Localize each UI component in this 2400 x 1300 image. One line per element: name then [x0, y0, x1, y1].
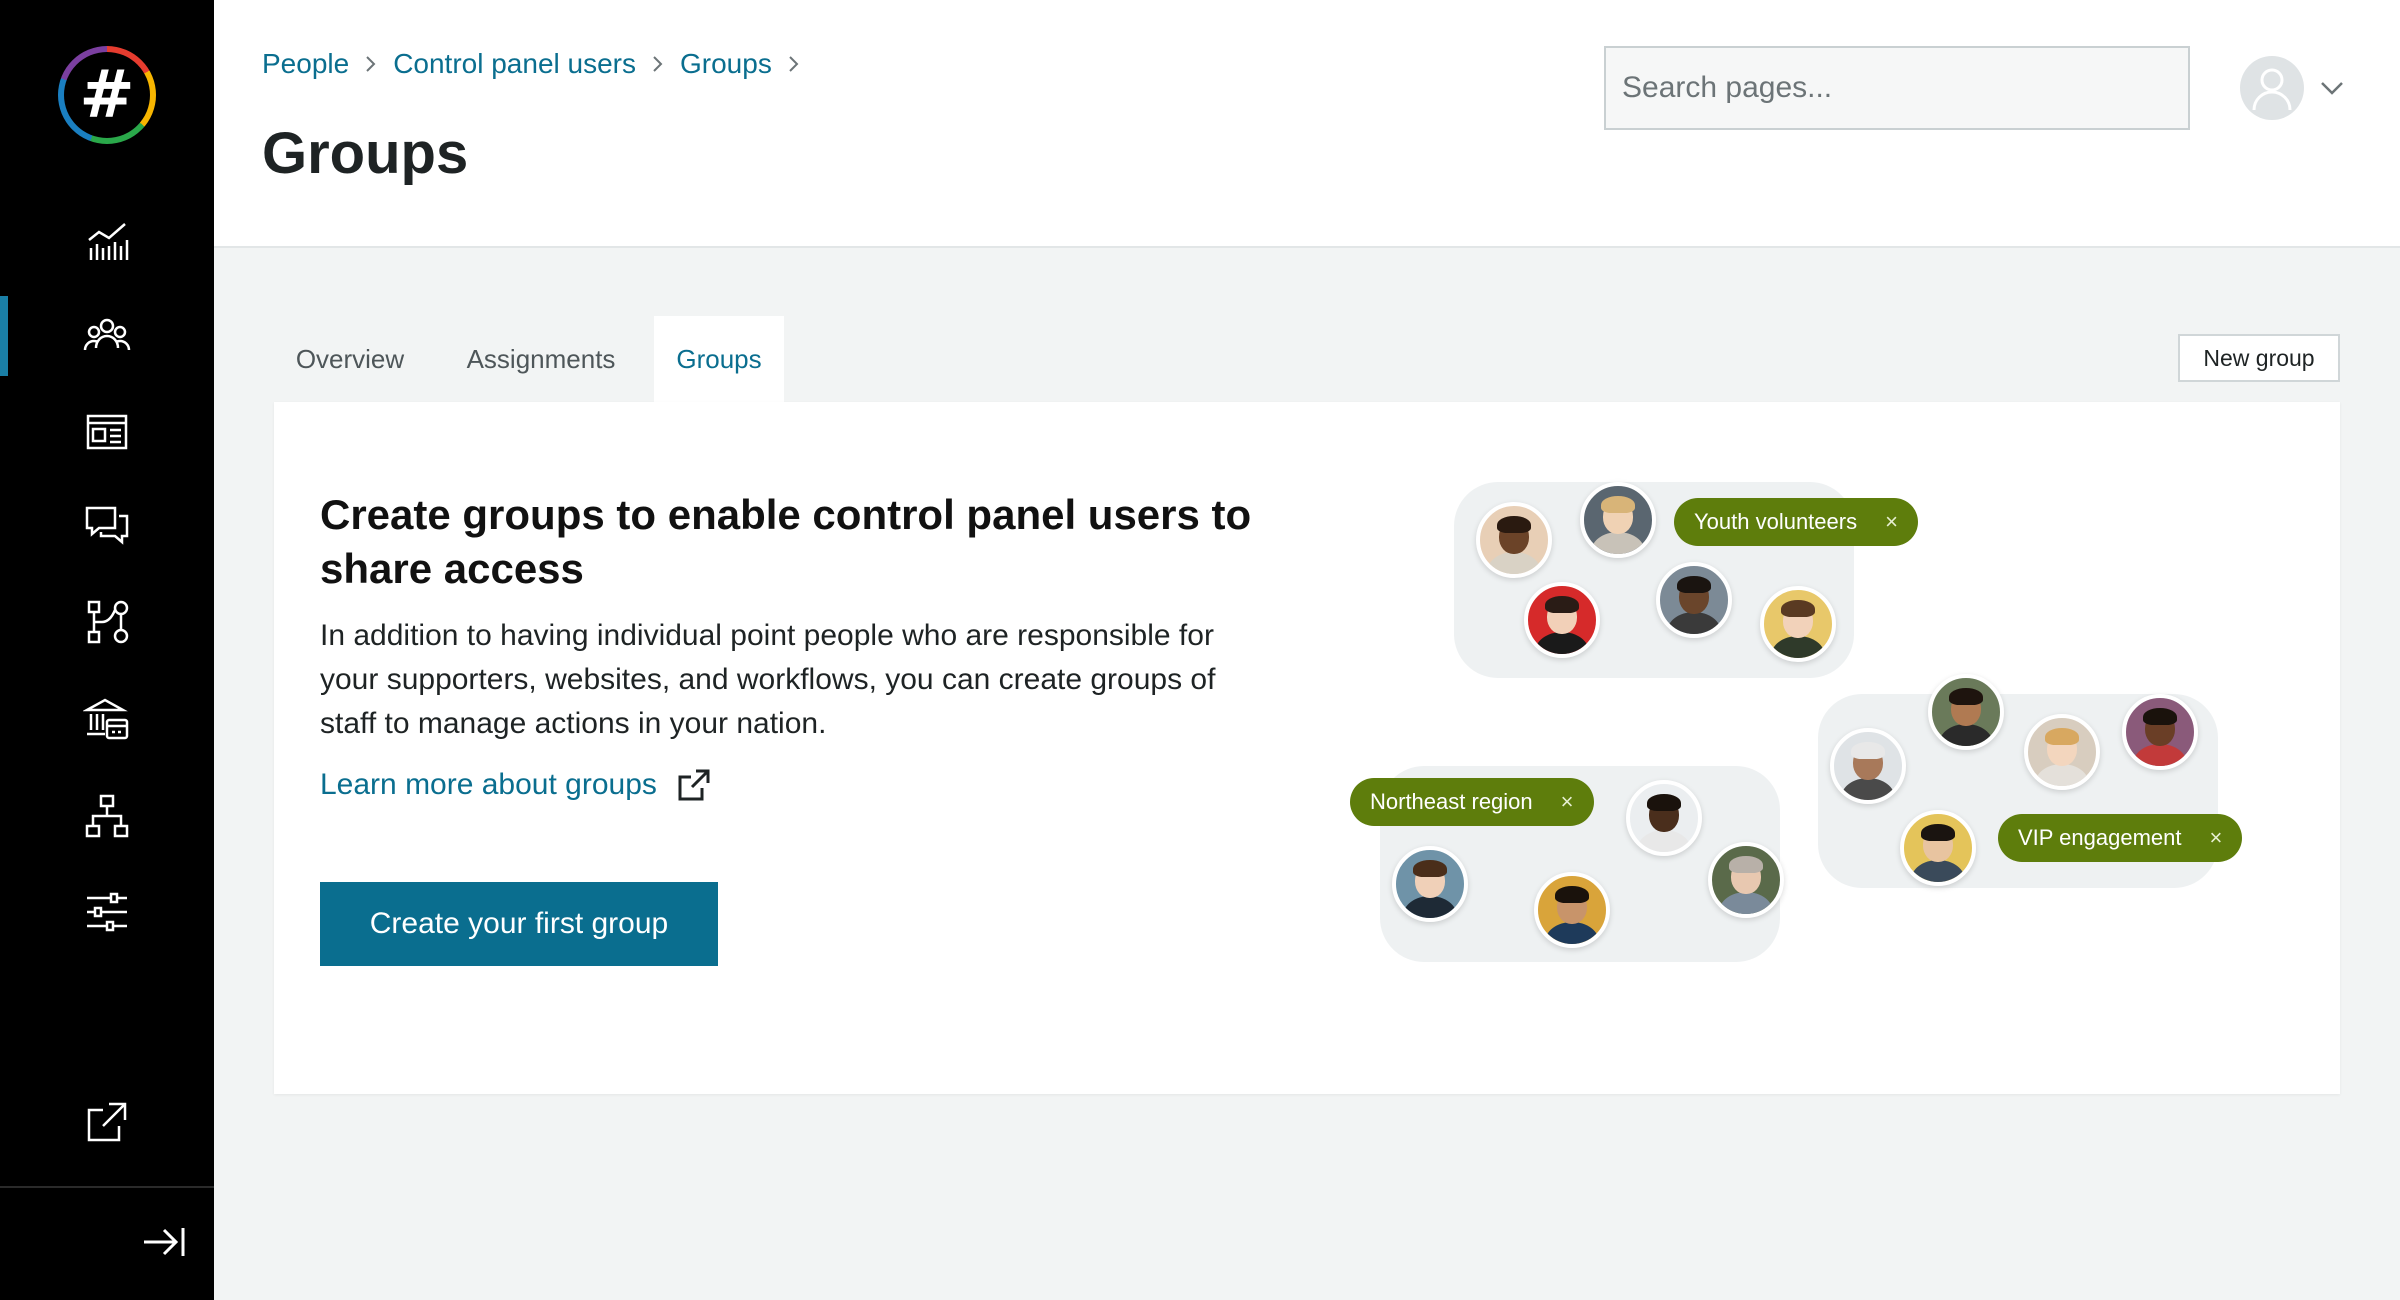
group-tag-label: Northeast region: [1370, 789, 1533, 814]
sidebar-item-settings[interactable]: [0, 872, 214, 952]
breadcrumb-control-panel-users[interactable]: Control panel users: [393, 48, 636, 80]
empty-state-title: Create groups to enable control panel us…: [320, 491, 1252, 592]
breadcrumb-people[interactable]: People: [262, 48, 349, 80]
avatar: [1476, 502, 1552, 578]
sidebar-item-communications[interactable]: [0, 486, 214, 566]
logo-hash: #: [64, 52, 150, 138]
avatar: [2122, 694, 2198, 770]
sidebar: #: [0, 0, 214, 1300]
close-icon: ×: [1885, 509, 1898, 534]
avatar: [1928, 674, 2004, 750]
avatar: [1708, 842, 1784, 918]
avatar: [1626, 780, 1702, 856]
workflow-icon: [87, 600, 129, 644]
avatar: [1580, 482, 1656, 558]
avatar: [1760, 586, 1836, 662]
close-icon: ×: [2209, 825, 2223, 850]
avatar: [1524, 582, 1600, 658]
page-header: People Control panel users Groups Groups: [214, 0, 2400, 248]
org-chart-icon: [85, 794, 129, 838]
user-icon: [2252, 68, 2292, 111]
logo[interactable]: #: [58, 46, 156, 144]
breadcrumb: People Control panel users Groups: [262, 48, 816, 80]
avatar: [2024, 714, 2100, 790]
collapse-arrow-icon: [144, 1228, 185, 1256]
group-tag: Youth volunteers ×: [1674, 498, 1918, 546]
user-avatar[interactable]: [2240, 56, 2304, 120]
chevron-down-icon[interactable]: [2318, 76, 2346, 100]
sidebar-item-finances[interactable]: [0, 680, 214, 760]
bank-icon: [83, 698, 129, 740]
tab-groups[interactable]: Groups: [654, 316, 784, 402]
create-first-group-button[interactable]: Create your first group: [320, 882, 718, 966]
website-icon: [86, 414, 128, 450]
external-link-icon: [678, 769, 710, 801]
chevron-right-icon: [788, 55, 800, 73]
group-tag: Northeast region ×: [1350, 778, 1594, 826]
search-input[interactable]: [1604, 46, 2190, 130]
avatar: [1534, 872, 1610, 948]
sliders-icon: [87, 892, 127, 932]
sidebar-divider: [0, 1186, 214, 1188]
sidebar-item-dashboard[interactable]: [0, 202, 214, 282]
learn-more-link[interactable]: Learn more about groups: [320, 768, 711, 802]
collapse-sidebar-button[interactable]: [136, 1218, 192, 1266]
external-link-button[interactable]: [0, 1082, 214, 1162]
people-icon: [83, 318, 131, 351]
new-group-button[interactable]: New group: [2178, 334, 2340, 382]
empty-state-description: In addition to having individual point p…: [320, 619, 1216, 740]
tab-overview[interactable]: Overview: [274, 316, 426, 402]
bar-chart-icon: [88, 223, 129, 260]
chevron-right-icon: [652, 55, 664, 73]
group-tag-label: VIP engagement: [2018, 825, 2182, 850]
page-title: Groups: [262, 121, 469, 186]
avatar: [1900, 810, 1976, 886]
tab-assignments[interactable]: Assignments: [444, 316, 638, 402]
sidebar-item-people[interactable]: [0, 296, 214, 376]
learn-more-label: Learn more about groups: [320, 768, 657, 801]
group-tag-label: Youth volunteers: [1694, 509, 1858, 534]
sidebar-item-workflows[interactable]: [0, 582, 214, 662]
breadcrumb-groups[interactable]: Groups: [680, 48, 772, 80]
external-link-icon: [87, 1102, 127, 1142]
group-tag: VIP engagement ×: [1998, 814, 2243, 862]
avatar: [1392, 846, 1468, 922]
chat-icon: [85, 506, 129, 545]
sidebar-item-websites[interactable]: [0, 392, 214, 472]
close-icon: ×: [1560, 789, 1574, 814]
empty-state-card: Create groups to enable control panel us…: [274, 402, 2340, 1094]
chevron-right-icon: [365, 55, 377, 73]
avatar: [1830, 728, 1906, 804]
avatar: [1656, 562, 1732, 638]
sidebar-item-organization[interactable]: [0, 776, 214, 856]
